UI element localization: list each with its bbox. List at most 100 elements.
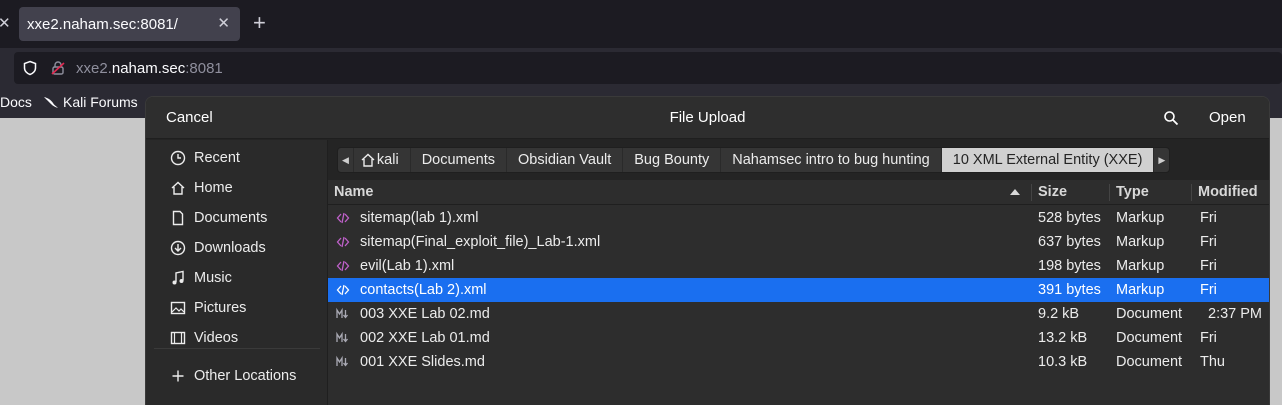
dialog-title: File Upload: [669, 109, 746, 126]
file-modified: 2:37 PM: [1208, 306, 1262, 322]
file-row[interactable]: sitemap(lab 1).xml 528 bytes Markup Fri: [328, 206, 1269, 230]
search-icon[interactable]: [1163, 110, 1179, 126]
file-row[interactable]: evil(Lab 1).xml 198 bytes Markup Fri: [328, 254, 1269, 278]
column-size-header[interactable]: Size: [1038, 184, 1067, 200]
sidebar-item-music[interactable]: Music: [170, 267, 232, 289]
file-name: 003 XXE Lab 02.md: [360, 306, 490, 322]
url-bar[interactable]: xxe2.naham.sec:8081: [14, 52, 1282, 84]
path-scroll-right-icon[interactable]: ▶: [1154, 148, 1169, 172]
xml-file-icon: [336, 284, 350, 296]
file-size: 10.3 kB: [1038, 354, 1088, 370]
file-list: Name Size Type Modified sitemap(lab 1).x…: [328, 180, 1269, 405]
column-modified-header[interactable]: Modified: [1198, 184, 1258, 200]
file-size: 391 bytes: [1038, 282, 1101, 298]
column-divider[interactable]: [1191, 184, 1192, 201]
breadcrumb-bug-bounty[interactable]: Bug Bounty: [623, 148, 722, 172]
clock-icon: [170, 150, 186, 166]
file-modified: Fri: [1200, 282, 1217, 298]
file-size: 198 bytes: [1038, 258, 1101, 274]
sidebar-item-label: Documents: [194, 210, 268, 226]
sidebar-item-label: Music: [194, 270, 232, 286]
breadcrumb-obsidian-vault[interactable]: Obsidian Vault: [507, 148, 624, 172]
column-header: Name Size Type Modified: [328, 180, 1269, 205]
file-type: Markup: [1116, 210, 1165, 226]
bookmark-kali-forums[interactable]: Kali Forums: [63, 94, 138, 110]
places-sidebar: Recent Home Documents Downloads Music Pi…: [146, 140, 328, 405]
path-bar: ◀ kali Documents Obsidian Vault Bug Boun…: [328, 140, 1269, 180]
file-modified: Thu: [1200, 354, 1225, 370]
new-tab-plus-icon[interactable]: +: [253, 11, 266, 35]
shield-icon[interactable]: [22, 60, 38, 76]
column-divider[interactable]: [1031, 184, 1032, 201]
url-subdomain: xxe2.: [76, 60, 112, 77]
file-row[interactable]: 003 XXE Lab 02.md 9.2 kB Document 2:37 PM: [328, 302, 1269, 326]
sort-ascending-icon: [1010, 189, 1020, 195]
sidebar-item-recent[interactable]: Recent: [170, 147, 240, 169]
xml-file-icon: [336, 212, 350, 224]
column-type-header[interactable]: Type: [1116, 184, 1149, 200]
file-type: Document: [1116, 354, 1183, 370]
file-type: Markup: [1116, 282, 1165, 298]
file-name: 002 XXE Lab 01.md: [360, 330, 490, 346]
file-type: Markup: [1116, 258, 1165, 274]
tab-bar: ✕ xxe2.naham.sec:8081/ ✕ +: [0, 0, 1282, 48]
browser-tab[interactable]: xxe2.naham.sec:8081/ ✕: [19, 7, 240, 41]
markdown-file-icon: [336, 307, 349, 319]
file-name: contacts(Lab 2).xml: [360, 282, 487, 298]
breadcrumb-label: kali: [376, 152, 399, 168]
sidebar-item-label: Recent: [194, 150, 240, 166]
breadcrumb-current-folder[interactable]: 10 XML External Entity (XXE): [941, 148, 1155, 172]
file-modified: Fri: [1200, 234, 1217, 250]
sidebar-item-videos[interactable]: Videos: [170, 327, 238, 349]
path-scroll-left-icon[interactable]: ◀: [338, 148, 354, 172]
file-type: Document: [1116, 306, 1183, 322]
plus-icon: [172, 370, 184, 382]
tab-close-icon[interactable]: ✕: [217, 14, 230, 32]
file-row[interactable]: 001 XXE Slides.md 10.3 kB Document Thu: [328, 350, 1269, 374]
video-icon: [170, 331, 186, 345]
sidebar-item-downloads[interactable]: Downloads: [170, 237, 266, 259]
download-icon: [170, 240, 186, 256]
sidebar-item-other-locations[interactable]: Other Locations: [170, 365, 296, 387]
markdown-file-icon: [336, 355, 349, 367]
insecure-lock-icon[interactable]: [50, 60, 66, 76]
breadcrumb-kali[interactable]: kali: [354, 148, 411, 172]
url-host: naham.sec: [111, 60, 186, 77]
home-icon: [171, 181, 185, 195]
url-text[interactable]: xxe2.naham.sec:8081: [76, 60, 223, 77]
home-icon: [361, 153, 375, 167]
open-button[interactable]: Open: [1209, 109, 1246, 126]
file-row[interactable]: contacts(Lab 2).xml 391 bytes Markup Fri: [328, 278, 1269, 302]
file-row[interactable]: sitemap(Final_exploit_file)_Lab-1.xml 637…: [328, 230, 1269, 254]
file-name: evil(Lab 1).xml: [360, 258, 455, 274]
file-name: sitemap(lab 1).xml: [360, 210, 479, 226]
nav-bar: xxe2.naham.sec:8081: [0, 48, 1282, 88]
document-icon: [172, 210, 184, 226]
picture-icon: [170, 301, 186, 315]
music-icon: [172, 270, 184, 285]
tab-title: xxe2.naham.sec:8081/: [27, 16, 178, 33]
xml-file-icon: [336, 260, 350, 272]
markdown-file-icon: [336, 331, 349, 343]
sidebar-item-label: Pictures: [194, 300, 247, 316]
breadcrumb-nahamsec[interactable]: Nahamsec intro to bug hunting: [721, 148, 942, 172]
previous-tab-close-icon[interactable]: ✕: [0, 14, 11, 32]
sidebar-item-home[interactable]: Home: [170, 177, 233, 199]
kali-dragon-icon: [44, 97, 58, 108]
sidebar-item-pictures[interactable]: Pictures: [170, 297, 246, 319]
file-row[interactable]: 002 XXE Lab 01.md 13.2 kB Document Fri: [328, 326, 1269, 350]
breadcrumb-documents[interactable]: Documents: [411, 148, 508, 172]
file-size: 13.2 kB: [1038, 330, 1088, 346]
sidebar-item-label: Home: [194, 180, 233, 196]
sidebar-divider: [154, 348, 320, 349]
bookmark-docs[interactable]: Docs: [0, 94, 32, 110]
file-size: 528 bytes: [1038, 210, 1101, 226]
column-divider[interactable]: [1109, 184, 1110, 201]
file-modified: Fri: [1200, 210, 1217, 226]
sidebar-item-label: Videos: [194, 330, 239, 346]
file-size: 637 bytes: [1038, 234, 1101, 250]
sidebar-item-documents[interactable]: Documents: [170, 207, 267, 229]
column-name-header[interactable]: Name: [334, 184, 374, 200]
url-port: :8081: [185, 60, 223, 77]
sidebar-item-label: Downloads: [194, 240, 266, 256]
